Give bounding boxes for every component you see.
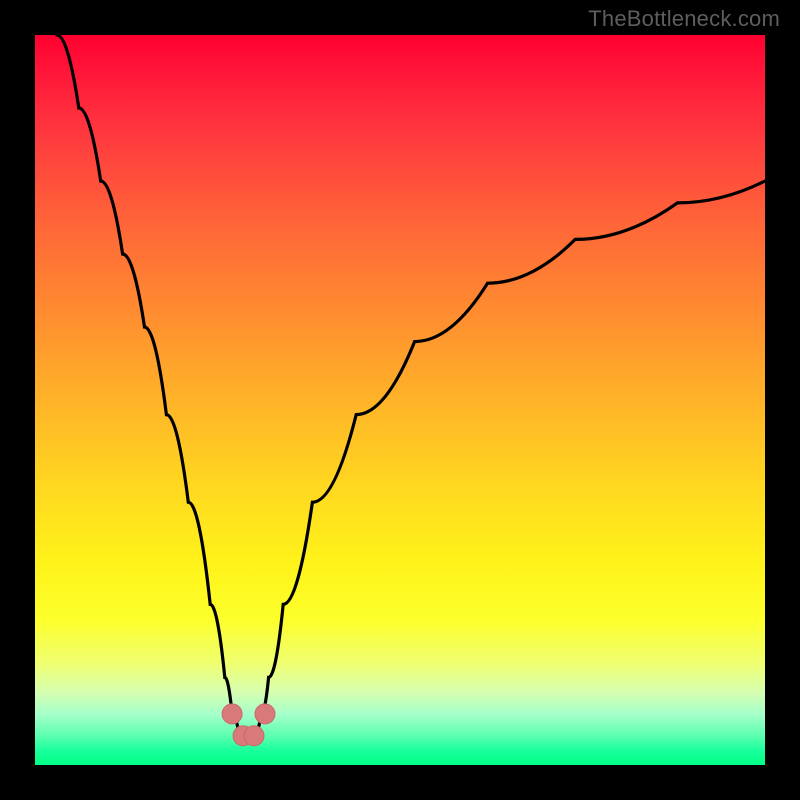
chart-svg [35,35,765,765]
watermark-text: TheBottleneck.com [588,6,780,32]
bottleneck-curve [57,35,765,743]
curve-markers [222,704,275,746]
curve-marker [244,726,264,746]
curve-marker [255,704,275,724]
curve-marker [222,704,242,724]
